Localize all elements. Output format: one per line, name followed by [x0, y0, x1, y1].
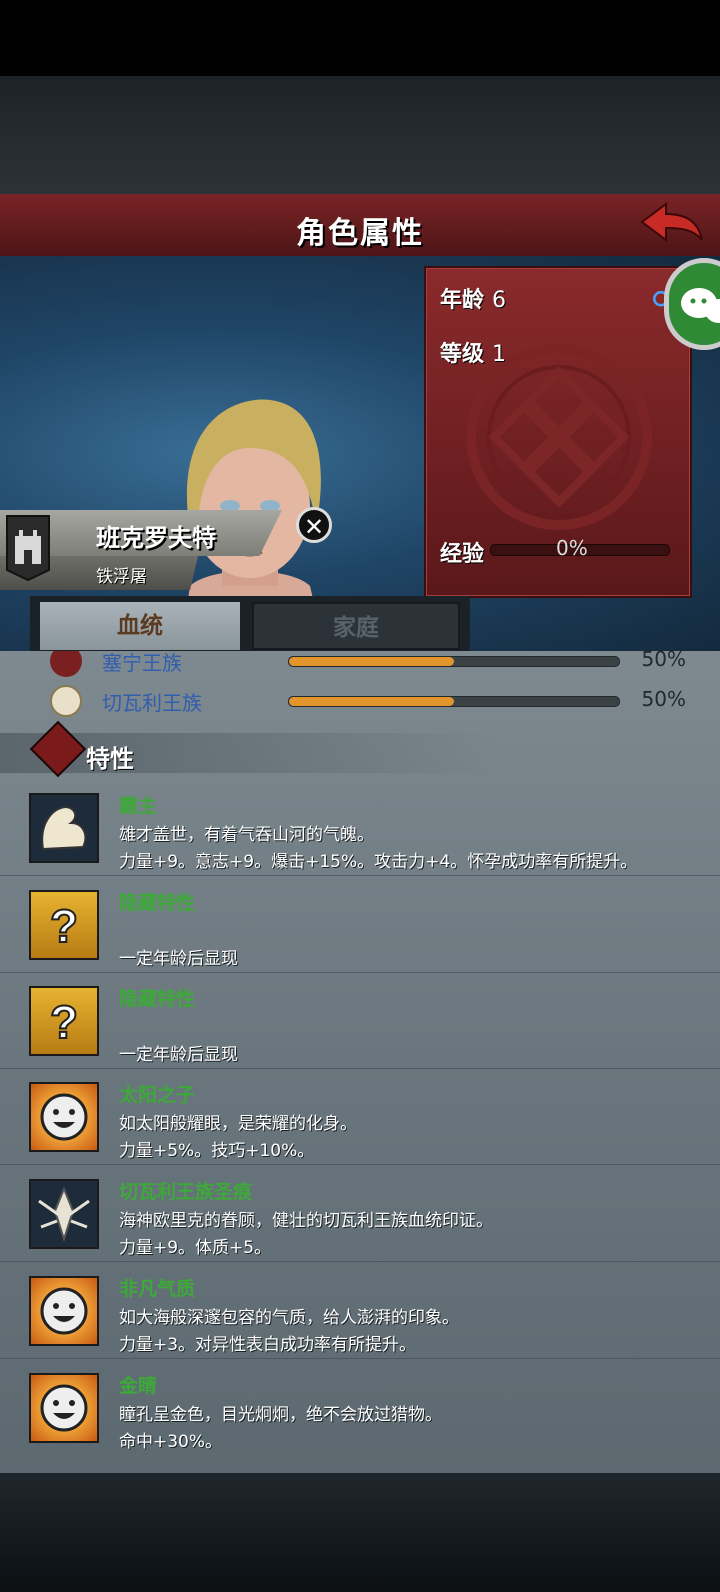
- trait-effect: 力量+5%。技巧+10%。: [119, 1141, 315, 1161]
- age-value: 6: [492, 288, 507, 313]
- celtic-knot-emblem-icon: [466, 344, 652, 530]
- trait-name: 切瓦利王族圣痕: [119, 1181, 253, 1203]
- age-stat: 年龄 6: [440, 282, 506, 314]
- trait-item[interactable]: ? 隐藏特性 一定年龄后显现: [0, 972, 720, 1069]
- trait-item[interactable]: 切瓦利王族圣痕 海神欧里克的眷顾，健壮的切瓦利王族血统印证。 力量+9。体质+5…: [0, 1165, 720, 1262]
- trait-name: 金睛: [119, 1375, 158, 1397]
- trait-effect: 力量+9。体质+5。: [119, 1238, 272, 1258]
- svg-text:?: ?: [50, 900, 78, 952]
- page-title: 角色属性: [296, 216, 424, 251]
- trait-desc: 雄才盖世，有着气吞山河的气魄。: [119, 825, 374, 845]
- back-arrow-icon[interactable]: [636, 200, 706, 250]
- trait-name: 非凡气质: [119, 1278, 196, 1300]
- trait-effect: 力量+3。对异性表白成功率有所提升。: [119, 1335, 417, 1355]
- trait-item[interactable]: 霸主 雄才盖世，有着气吞山河的气魄。 力量+9。意志+9。爆击+15%。攻击力+…: [0, 779, 720, 876]
- lineage-percent: 50%: [641, 651, 686, 671]
- trait-item[interactable]: 太阳之子 如太阳般耀眼，是荣耀的化身。 力量+5%。技巧+10%。: [0, 1068, 720, 1165]
- trait-name: 霸主: [119, 795, 158, 817]
- trait-desc: 瞳孔呈金色，目光炯炯，绝不会放过猎物。: [119, 1405, 442, 1425]
- house-name: 铁浮屠: [96, 567, 147, 587]
- lineage-content[interactable]: 塞宁王族 50% 切瓦利王族 50% 特性 霸主 雄才盖世，有着气吞山河的气魄。…: [0, 651, 720, 1473]
- tab-bar: 血统 家庭: [30, 596, 470, 652]
- lineage-name: 塞宁王族: [102, 651, 182, 675]
- tab-lineage[interactable]: 血统: [40, 602, 240, 650]
- lineage-fill: [289, 657, 454, 666]
- age-label: 年龄: [440, 288, 485, 313]
- trait-effect: 一定年龄后显现: [119, 1045, 238, 1065]
- trait-effect: 力量+9。意志+9。爆击+15%。攻击力+4。怀孕成功率有所提升。: [119, 852, 638, 872]
- lineage-row: 切瓦利王族 50%: [0, 683, 720, 719]
- chat-button[interactable]: [664, 258, 720, 350]
- exp-value: 0%: [556, 536, 588, 560]
- lineage-bar: [288, 696, 620, 707]
- trait-name: 隐藏特性: [119, 988, 196, 1010]
- traits-section-header: 特性: [0, 720, 500, 778]
- trait-item[interactable]: ? 隐藏特性 一定年龄后显现: [0, 876, 720, 973]
- stats-panel: 年龄6 ♂ 等级1 经验 0%: [424, 266, 692, 598]
- trait-name: 隐藏特性: [119, 892, 196, 914]
- status-bar-area: [0, 0, 720, 76]
- lineage-name: 切瓦利王族: [102, 691, 202, 715]
- lineage-bar: [288, 656, 620, 667]
- lineage-fill: [289, 697, 454, 706]
- lineage-row: 塞宁王族 50%: [0, 651, 720, 679]
- trait-item[interactable]: 非凡气质 如大海般深邃包容的气质，给人澎湃的印象。 力量+3。对异性表白成功率有…: [0, 1262, 720, 1359]
- smiley-face-icon: [29, 1276, 99, 1346]
- top-backdrop: [0, 76, 720, 194]
- question-mark-icon: ?: [29, 890, 99, 960]
- trait-desc: 如大海般深邃包容的气质，给人澎湃的印象。: [119, 1308, 459, 1328]
- smiley-face-icon: [29, 1082, 99, 1152]
- flexed-arm-icon: [29, 793, 99, 863]
- bottom-backdrop: [0, 1473, 720, 1592]
- trait-name: 太阳之子: [119, 1084, 196, 1106]
- title-banner: 角色属性: [0, 194, 720, 259]
- character-name: 班克罗夫特: [96, 524, 216, 552]
- chat-bubble-icon: [681, 288, 720, 323]
- flame-icon: [29, 720, 87, 778]
- trait-desc: 海神欧里克的眷顾，健壮的切瓦利王族血统印证。: [119, 1211, 493, 1231]
- trait-effect: 一定年龄后显现: [119, 949, 238, 969]
- traits-title: 特性: [86, 745, 134, 773]
- stigmata-emblem-icon: [29, 1179, 99, 1249]
- smiley-face-icon: [29, 1373, 99, 1443]
- trait-desc: 如太阳般耀眼，是荣耀的化身。: [119, 1114, 357, 1134]
- lineage-percent: 50%: [641, 687, 686, 711]
- lineage-crest-icon: [50, 651, 82, 677]
- castle-banner-icon: [6, 515, 50, 582]
- tab-family[interactable]: 家庭: [252, 602, 460, 650]
- scales-crest-icon: [50, 685, 82, 717]
- question-mark-icon: ?: [29, 986, 99, 1056]
- trait-item[interactable]: 金睛 瞳孔呈金色，目光炯炯，绝不会放过猎物。 命中+30%。: [0, 1359, 720, 1455]
- svg-text:?: ?: [50, 996, 78, 1048]
- close-button[interactable]: ✕: [296, 507, 332, 543]
- trait-effect: 命中+30%。: [119, 1432, 223, 1452]
- exp-label: 经验: [440, 542, 485, 567]
